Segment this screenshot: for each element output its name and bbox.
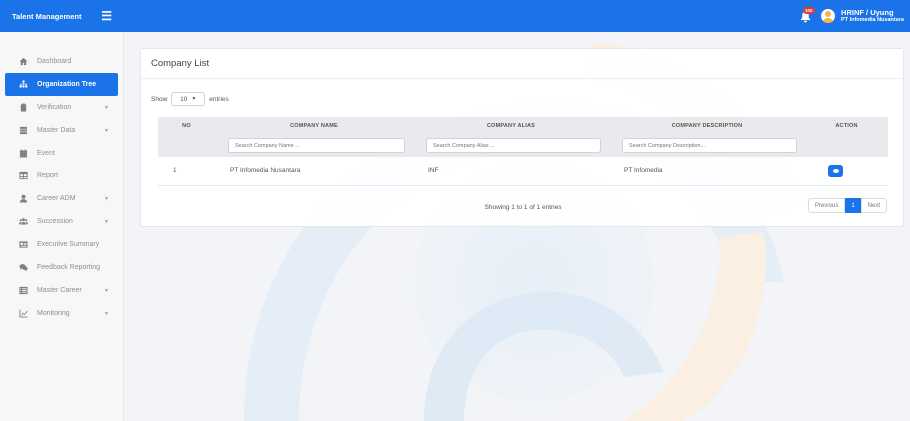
cell-no: 1 <box>158 157 215 186</box>
sidebar-item-feedback-reporting[interactable]: Feedback Reporting <box>0 256 123 279</box>
sidebar-item-label: Organization Tree <box>37 80 97 88</box>
top-navbar: Talent Management ☰ 100 HRINF / Uyung PT… <box>0 0 910 32</box>
chevron-down-icon: ▼ <box>104 219 109 226</box>
sidebar-item-monitoring[interactable]: Monitoring ▼ <box>0 302 123 325</box>
brand: Talent Management ☰ <box>0 0 124 32</box>
cell-action <box>805 157 888 186</box>
search-company-description-input[interactable] <box>622 138 797 153</box>
card-title: Company List <box>141 49 903 79</box>
sidebar-item-event[interactable]: Event <box>0 142 123 165</box>
sidebar-item-label: Monitoring <box>37 309 70 317</box>
view-button[interactable] <box>828 164 843 177</box>
notification-bell-icon[interactable]: 100 <box>799 7 815 24</box>
company-list-card: Company List Show 10 ▼ entries NO COMPAN… <box>140 48 904 227</box>
table-info: Showing 1 to 1 of 1 entries <box>484 204 562 211</box>
cell-company-description: PT Infomedia <box>609 157 805 186</box>
notification-count-badge: 100 <box>803 7 815 14</box>
sidebar-item-label: Master Data <box>37 126 76 134</box>
entries-length-control: Show 10 ▼ entries <box>151 92 229 106</box>
pagination-page-1-button[interactable]: 1 <box>845 198 861 213</box>
id-card-icon <box>18 240 28 250</box>
database-icon <box>18 125 28 135</box>
show-label: Show <box>151 95 168 103</box>
sidebar-item-label: Career ADM <box>37 195 76 203</box>
users-icon <box>18 217 28 227</box>
sidebar-item-succession[interactable]: Succession ▼ <box>0 210 123 233</box>
pagination-next-button[interactable]: Next <box>860 198 887 213</box>
chevron-down-icon: ▼ <box>191 96 197 102</box>
company-table: NO COMPANY NAME COMPANY ALIAS COMPANY DE… <box>158 117 888 186</box>
search-company-name-input[interactable] <box>228 138 405 153</box>
column-header-company-name[interactable]: COMPANY NAME <box>215 117 413 134</box>
sidebar-item-master-data[interactable]: Master Data ▼ <box>0 119 123 142</box>
sidebar-item-label: Report <box>37 172 59 180</box>
home-icon <box>18 56 28 66</box>
table-icon <box>18 171 28 181</box>
sidebar-item-label: Event <box>37 149 55 157</box>
sidebar-item-label: Verification <box>37 103 72 111</box>
eye-icon <box>832 168 839 173</box>
chevron-down-icon: ▼ <box>104 196 109 203</box>
user-icon <box>18 194 28 204</box>
sidebar-item-organization-tree[interactable]: Organization Tree <box>5 72 118 96</box>
pagination: Previous 1 Next <box>807 198 887 213</box>
avatar[interactable] <box>821 9 836 23</box>
chevron-down-icon: ▼ <box>104 127 109 134</box>
column-header-no[interactable]: NO <box>158 117 215 134</box>
sidebar-item-executive-summary[interactable]: Executive Summary <box>0 233 123 256</box>
filter-cell-alias <box>413 134 609 157</box>
cell-company-name: PT Infomedia Nusantara <box>215 157 413 186</box>
calendar-icon <box>18 148 28 158</box>
app-title: Talent Management <box>12 11 82 21</box>
sidebar-item-dashboard[interactable]: Dashboard <box>0 50 123 73</box>
table-row: 1 PT Infomedia Nusantara INF PT Infomedi… <box>158 157 888 186</box>
sidebar-item-label: Executive Summary <box>37 241 100 249</box>
comments-icon <box>18 262 28 272</box>
sidebar-item-master-career[interactable]: Master Career ▼ <box>0 279 123 302</box>
sidebar-item-career-adm[interactable]: Career ADM ▼ <box>0 187 123 210</box>
sidebar-item-report[interactable]: Report <box>0 164 123 187</box>
pagination-previous-button[interactable]: Previous <box>807 198 846 213</box>
list-alt-icon <box>18 285 28 295</box>
chevron-down-icon: ▼ <box>104 287 109 294</box>
line-chart-icon <box>18 308 28 318</box>
user-name: HRINF / Uyung <box>841 7 894 17</box>
sidebar-item-label: Succession <box>37 218 73 226</box>
hamburger-menu-icon[interactable]: ☰ <box>101 9 112 23</box>
entries-value: 10 <box>180 95 188 103</box>
user-info[interactable]: HRINF / Uyung PT Infomedia Nusantara <box>841 7 904 24</box>
sidebar: Dashboard Organization Tree Verification… <box>0 32 124 421</box>
filter-cell-name <box>215 134 413 157</box>
filter-cell-description <box>609 134 805 157</box>
clipboard-icon <box>18 102 28 112</box>
column-header-company-alias[interactable]: COMPANY ALIAS <box>413 117 609 134</box>
entries-label: entries <box>209 95 229 103</box>
user-company: PT Infomedia Nusantara <box>841 17 904 24</box>
column-header-action: ACTION <box>805 117 888 134</box>
cell-company-alias: INF <box>413 157 609 186</box>
sidebar-item-label: Dashboard <box>37 57 72 65</box>
sitemap-icon <box>18 79 28 89</box>
sidebar-item-label: Feedback Reporting <box>37 263 101 271</box>
entries-select[interactable]: 10 ▼ <box>171 92 206 106</box>
filter-cell-action <box>805 134 888 157</box>
user-area: 100 HRINF / Uyung PT Infomedia Nusantara <box>799 0 904 32</box>
filter-cell-empty <box>158 134 215 157</box>
sidebar-item-label: Master Career <box>37 286 82 294</box>
chevron-down-icon: ▼ <box>104 310 109 317</box>
sidebar-item-verification[interactable]: Verification ▼ <box>0 96 123 119</box>
column-header-company-description[interactable]: COMPANY DESCRIPTION <box>609 117 805 134</box>
chevron-down-icon: ▼ <box>104 104 109 111</box>
search-company-alias-input[interactable] <box>426 138 601 153</box>
